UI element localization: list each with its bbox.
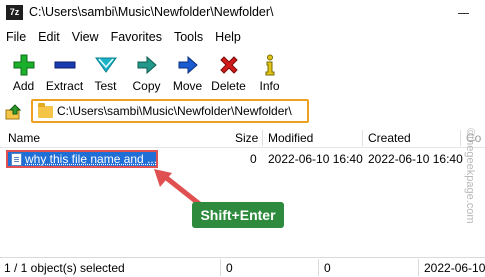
column-modified[interactable]: Modified bbox=[268, 131, 313, 145]
window-title: C:\Users\sambi\Music\Newfolder\Newfolder… bbox=[29, 5, 274, 19]
address-path: C:\Users\sambi\Music\Newfolder\Newfolder… bbox=[57, 104, 292, 118]
file-created: 2022-06-10 16:40 bbox=[368, 152, 463, 166]
selected-file-cell[interactable]: why this file name and ... bbox=[6, 150, 158, 168]
extract-button[interactable]: Extract bbox=[45, 50, 84, 96]
copy-button[interactable]: Copy bbox=[127, 50, 166, 96]
status-packed-size: 0 bbox=[324, 261, 331, 275]
status-divider bbox=[318, 259, 319, 276]
status-selection: 1 / 1 object(s) selected bbox=[4, 261, 125, 275]
status-divider bbox=[220, 259, 221, 276]
column-header: Name Size Modified Created Co bbox=[0, 128, 485, 148]
test-button[interactable]: Test bbox=[86, 50, 125, 96]
move-label: Move bbox=[172, 79, 203, 93]
title-bar: 7z C:\Users\sambi\Music\Newfolder\Newfol… bbox=[0, 0, 485, 26]
test-label: Test bbox=[94, 79, 117, 93]
test-icon bbox=[94, 54, 117, 76]
status-bar: 1 / 1 object(s) selected 0 0 2022-06-10 bbox=[0, 257, 485, 277]
folder-icon bbox=[38, 103, 53, 118]
file-list: Name Size Modified Created Co why this f… bbox=[0, 128, 485, 254]
column-divider[interactable] bbox=[262, 130, 263, 146]
7zip-app-icon: 7z bbox=[6, 5, 23, 20]
file-name: why this file name and ... bbox=[25, 152, 158, 166]
extract-label: Extract bbox=[45, 79, 84, 93]
add-button[interactable]: Add bbox=[4, 50, 43, 96]
info-label: Info bbox=[259, 79, 280, 93]
menu-edit[interactable]: Edit bbox=[32, 28, 66, 48]
delete-button[interactable]: Delete bbox=[209, 50, 248, 96]
copy-icon bbox=[136, 54, 158, 76]
watermark: ©thegeekpage.com bbox=[462, 128, 480, 254]
extract-icon bbox=[54, 54, 76, 76]
info-icon bbox=[259, 54, 281, 76]
menu-tools[interactable]: Tools bbox=[168, 28, 209, 48]
watermark-text: ©thegeekpage.com bbox=[464, 128, 476, 224]
address-bar[interactable]: C:\Users\sambi\Music\Newfolder\Newfolder… bbox=[31, 99, 309, 123]
menu-bar: File Edit View Favorites Tools Help bbox=[0, 28, 247, 48]
menu-file[interactable]: File bbox=[0, 28, 32, 48]
delete-icon bbox=[218, 54, 240, 76]
minimize-button[interactable] bbox=[449, 4, 477, 22]
file-row[interactable]: why this file name and ... 0 2022-06-10 … bbox=[6, 150, 476, 168]
menu-view[interactable]: View bbox=[66, 28, 105, 48]
column-divider[interactable] bbox=[460, 130, 461, 146]
column-size[interactable]: Size bbox=[235, 131, 258, 145]
menu-help[interactable]: Help bbox=[209, 28, 247, 48]
status-divider bbox=[418, 259, 419, 276]
folder-up-icon[interactable] bbox=[5, 104, 23, 120]
move-icon bbox=[177, 54, 199, 76]
add-label: Add bbox=[12, 79, 35, 93]
info-button[interactable]: Info bbox=[250, 50, 289, 96]
status-size: 0 bbox=[226, 261, 233, 275]
toolbar: Add Extract Test Copy Move Delete Info bbox=[0, 50, 485, 98]
copy-label: Copy bbox=[132, 79, 161, 93]
add-icon bbox=[13, 54, 35, 76]
file-size: 0 bbox=[250, 152, 257, 166]
shift-enter-callout: Shift+Enter bbox=[192, 202, 284, 228]
column-created[interactable]: Created bbox=[368, 131, 411, 145]
delete-label: Delete bbox=[211, 79, 246, 93]
file-icon bbox=[11, 153, 22, 166]
file-modified: 2022-06-10 16:40 bbox=[268, 152, 363, 166]
column-name[interactable]: Name bbox=[8, 131, 40, 145]
column-divider[interactable] bbox=[362, 130, 363, 146]
move-button[interactable]: Move bbox=[168, 50, 207, 96]
address-row: C:\Users\sambi\Music\Newfolder\Newfolder… bbox=[0, 98, 485, 126]
menu-favorites[interactable]: Favorites bbox=[105, 28, 168, 48]
status-date: 2022-06-10 bbox=[424, 261, 485, 275]
